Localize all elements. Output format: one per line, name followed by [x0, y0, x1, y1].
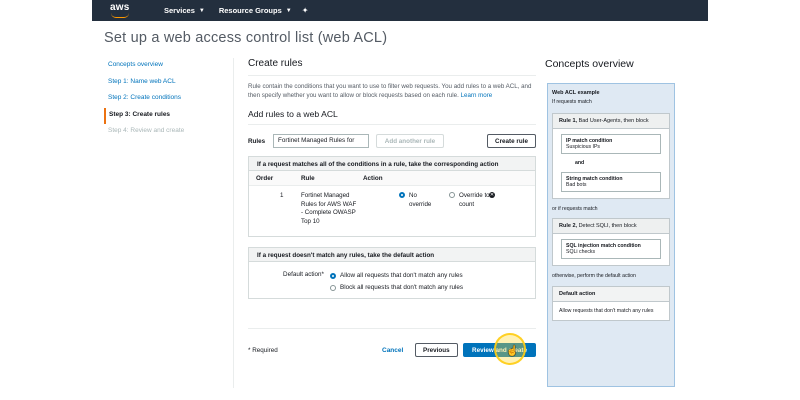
rules-match-panel: If a request matches all of the conditio…	[248, 156, 536, 237]
condition-subtitle: Bad bots	[566, 182, 587, 188]
no-override-label: No override	[409, 192, 432, 208]
aws-logo[interactable]: aws	[110, 1, 136, 19]
action-column-header: Action	[363, 174, 383, 182]
rules-label: Rules	[248, 137, 266, 145]
rule-action: No override Override to count ✕	[361, 192, 535, 236]
services-menu[interactable]: Services ▼	[164, 6, 205, 15]
add-another-rule-button: Add another rule	[376, 134, 444, 148]
wizard-footer: * Required Cancel Previous Review and cr…	[248, 328, 536, 388]
no-override-option[interactable]: No override	[399, 192, 433, 236]
rule-1-description: Bad User-Agents, then block	[577, 118, 649, 124]
rule-2-body: SQL injection match condition SQLi check…	[553, 234, 669, 265]
top-navigation-bar: aws Services ▼ Resource Groups ▼ ✦	[92, 0, 708, 21]
required-note: * Required	[248, 347, 278, 354]
page-title: Set up a web access control list (web AC…	[104, 30, 388, 46]
step-create-conditions[interactable]: Step 2: Create conditions	[104, 91, 224, 108]
string-match-condition: String match condition Bad bots	[561, 172, 661, 192]
resource-groups-menu[interactable]: Resource Groups ▼	[219, 6, 292, 15]
section-heading: Create rules	[248, 58, 303, 69]
rules-select[interactable]: Fortinet Managed Rules for	[273, 134, 369, 148]
step-name-web-acl[interactable]: Step 1: Name web ACL	[104, 75, 224, 92]
aws-logo-text: aws	[110, 1, 130, 13]
otherwise-text: otherwise, perform the default action	[552, 273, 636, 279]
divider	[233, 58, 234, 388]
services-label: Services	[164, 6, 195, 15]
override-to-count-option[interactable]: Override to count ✕	[449, 192, 495, 236]
default-action-body: Allow requests that don't match any rule…	[553, 302, 669, 320]
rule-2-description: Detect SQLI, then block	[577, 223, 637, 229]
block-all-label: Block all requests that don't match any …	[340, 283, 464, 291]
wizard-steps: Concepts overview Step 1: Name web ACL S…	[104, 58, 224, 141]
add-rules-heading: Add rules to a web ACL	[248, 109, 338, 119]
and-text: and	[575, 160, 585, 166]
rule-2-card: Rule 2, Detect SQLI, then block SQL inje…	[552, 218, 670, 266]
if-requests-match-text: If requests match	[552, 99, 592, 105]
default-panel-header: If a request doesn't match any rules, ta…	[249, 248, 535, 262]
aws-smile-icon	[111, 13, 129, 18]
pin-icon[interactable]: ✦	[302, 6, 309, 15]
default-action-row: Default action* Allow all requests that …	[249, 262, 535, 298]
chevron-down-icon: ▼	[198, 7, 205, 14]
create-rule-button[interactable]: Create rule	[487, 134, 536, 148]
block-all-option[interactable]: Block all requests that don't match any …	[330, 282, 463, 294]
default-action-panel: If a request doesn't match any rules, ta…	[248, 247, 536, 299]
condition-subtitle: SQLi checks	[566, 249, 596, 255]
rules-row: Rules Fortinet Managed Rules for Add ano…	[248, 134, 536, 148]
no-override-radio[interactable]	[399, 192, 405, 198]
rule-order: 1	[280, 192, 284, 199]
remove-rule-icon[interactable]: ✕	[489, 192, 495, 198]
create-rules-section: Create rules Rule contain the conditions…	[248, 58, 536, 299]
rule-1-header: Rule 1, Bad User-Agents, then block	[553, 114, 669, 129]
concepts-overview-panel: Concepts overview Web ACL example If req…	[545, 58, 709, 387]
allow-all-radio[interactable]	[330, 273, 336, 279]
default-action-title: Default action	[553, 287, 669, 302]
rule-name: Fortinet Managed Rules for AWS WAF - Com…	[301, 192, 357, 225]
default-action-options: Allow all requests that don't match any …	[330, 270, 463, 294]
rule-2-number: Rule 2,	[559, 223, 578, 229]
rule-1-card: Rule 1, Bad User-Agents, then block IP m…	[552, 113, 670, 199]
cancel-button[interactable]: Cancel	[382, 347, 403, 354]
previous-button[interactable]: Previous	[415, 343, 458, 357]
chevron-down-icon: ▼	[285, 7, 292, 14]
default-action-label: Default action*	[283, 271, 324, 278]
step-create-rules: Step 3: Create rules	[104, 107, 224, 124]
rule-2-header: Rule 2, Detect SQLI, then block	[553, 219, 669, 234]
ip-match-condition: IP match condition Suspicious IPs	[561, 134, 661, 154]
resource-groups-label: Resource Groups	[218, 6, 282, 15]
step-review-and-create: Step 4: Review and create	[108, 127, 185, 134]
step-concepts-overview[interactable]: Concepts overview	[104, 58, 224, 75]
example-title: Web ACL example	[552, 90, 600, 96]
table-row: 1 Fortinet Managed Rules for AWS WAF - C…	[249, 186, 535, 236]
allow-all-label: Allow all requests that don't match any …	[340, 271, 463, 279]
concepts-heading: Concepts overview	[545, 58, 634, 70]
rule-column-header: Rule	[301, 174, 315, 182]
console-frame: aws Services ▼ Resource Groups ▼ ✦ Set u…	[92, 0, 708, 400]
rule-1-body: IP match condition Suspicious IPs and St…	[553, 129, 669, 198]
sql-injection-condition: SQL injection match condition SQLi check…	[561, 239, 661, 259]
block-all-radio[interactable]	[330, 285, 336, 291]
default-action-card: Default action Allow requests that don't…	[552, 286, 670, 321]
section-description: Rule contain the conditions that you wan…	[248, 82, 536, 100]
hand-cursor-icon: ☝	[506, 346, 519, 357]
web-acl-example: Web ACL example If requests match Rule 1…	[547, 83, 675, 387]
rules-table-header: Order Rule Action	[249, 171, 535, 186]
divider	[248, 75, 536, 76]
order-column-header: Order	[256, 174, 274, 182]
condition-subtitle: Suspicious IPs	[566, 144, 601, 150]
rules-panel-header: If a request matches all of the conditio…	[249, 157, 535, 171]
or-if-requests-match-text: or if requests match	[552, 206, 598, 212]
override-radio[interactable]	[449, 192, 455, 198]
override-text: Override to count	[459, 192, 490, 208]
allow-all-option[interactable]: Allow all requests that don't match any …	[330, 270, 463, 282]
divider	[248, 124, 536, 125]
learn-more-link[interactable]: Learn more	[461, 92, 493, 99]
rule-1-number: Rule 1,	[559, 118, 578, 124]
